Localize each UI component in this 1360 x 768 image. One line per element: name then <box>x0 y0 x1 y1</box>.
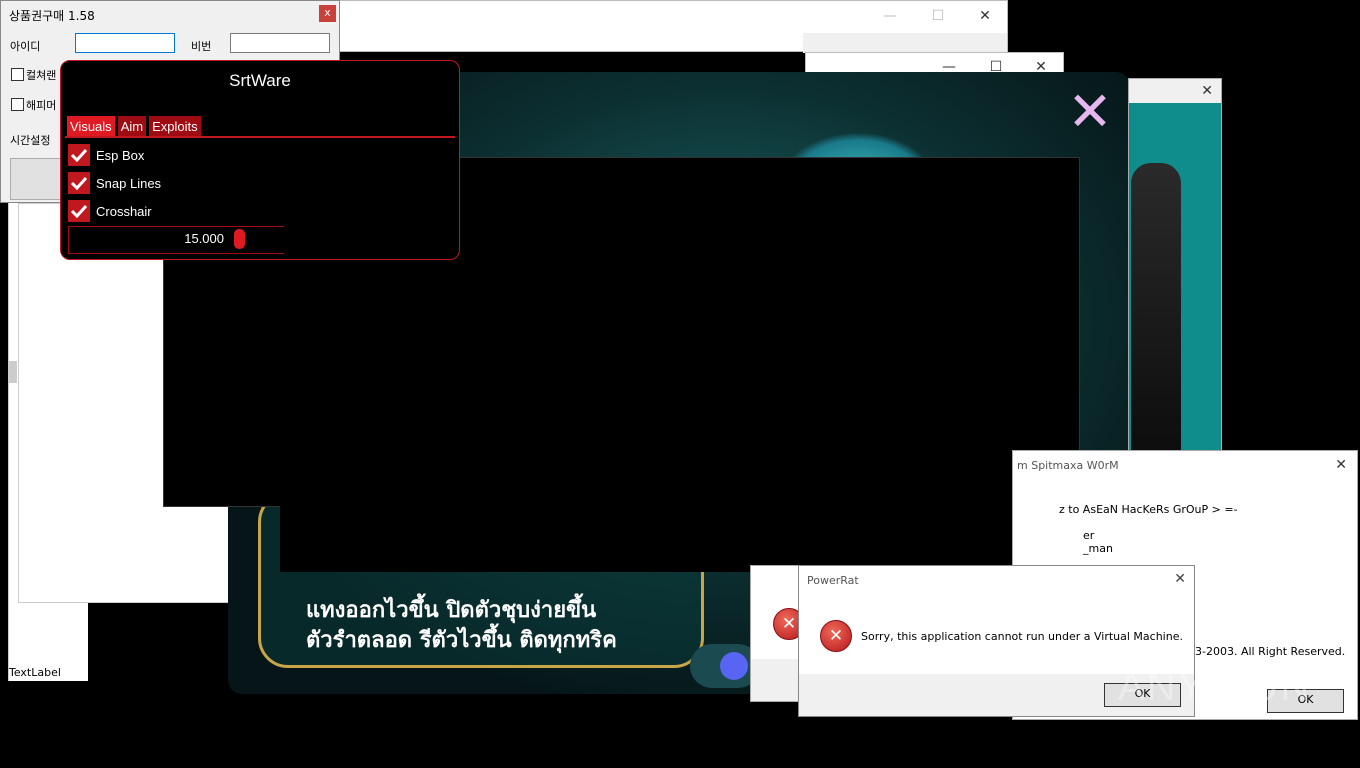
checkmark-icon[interactable] <box>68 144 90 166</box>
id-label: 아이디 <box>10 40 41 53</box>
happy-money-checkbox[interactable] <box>11 98 24 111</box>
teal-image-area <box>1129 103 1221 463</box>
srtware-menu: SrtWare Visuals Aim Exploits Esp Box Sna… <box>60 60 460 260</box>
discord-icon <box>720 652 748 680</box>
credit-line-2: _man <box>1083 542 1113 555</box>
tab-aim[interactable]: Aim <box>117 116 147 137</box>
esp-box-option[interactable]: Esp Box <box>68 144 144 166</box>
password-input[interactable] <box>230 33 330 53</box>
text-label: TextLabel <box>9 666 61 679</box>
id-input[interactable] <box>75 33 175 53</box>
checkmark-icon[interactable] <box>68 200 90 222</box>
credit-line-1: er <box>1083 529 1095 542</box>
value-slider[interactable]: 15.000 <box>68 226 284 254</box>
snap-lines-option[interactable]: Snap Lines <box>68 172 161 194</box>
minimize-icon[interactable]: — <box>867 1 913 31</box>
checkmark-icon[interactable] <box>68 172 90 194</box>
slider-knob[interactable] <box>234 229 245 249</box>
esp-box-label: Esp Box <box>96 147 145 163</box>
close-icon[interactable]: ✕ <box>1201 83 1213 99</box>
tab-divider <box>65 136 455 138</box>
teal-background-window: ✕ <box>1128 78 1222 463</box>
happy-money-label: 해피머 <box>26 99 57 112</box>
greeting-line: z to AsEaN HacKeRs GrOuP > =- <box>1059 503 1238 516</box>
maximize-icon[interactable]: ☐ <box>915 1 961 31</box>
launcher-close-icon[interactable]: ✕ <box>1064 85 1116 139</box>
close-button[interactable]: x <box>319 5 336 22</box>
error-icon: ✕ <box>820 620 852 652</box>
black-overlay-panel-lower <box>280 500 1080 572</box>
background-window-1: — ☐ ✕ <box>336 0 1008 53</box>
close-icon[interactable]: ✕ <box>1174 571 1186 587</box>
close-icon[interactable]: ✕ <box>962 1 1008 31</box>
tab-exploits[interactable]: Exploits <box>149 116 201 137</box>
window-title: 상품권구매 1.58 <box>9 9 95 23</box>
crosshair-label: Crosshair <box>96 203 152 219</box>
tab-visuals[interactable]: Visuals <box>67 116 115 137</box>
slider-value: 15.000 <box>184 231 224 246</box>
time-setting-label: 시간설정 <box>10 134 51 147</box>
password-label: 비번 <box>191 40 212 53</box>
error-message: Sorry, this application cannot run under… <box>861 630 1183 643</box>
thai-promo-line-3: ตัวรำตลอด รีตัวไวขึ้น ติดทุกทริค <box>306 628 617 653</box>
anyrun-watermark: ANY RUN <box>1118 665 1312 709</box>
culture-land-label: 컬쳐랜 <box>26 69 57 82</box>
dragon-statue-image <box>1131 163 1181 463</box>
powerrat-title: PowerRat <box>807 574 859 587</box>
copyright-text: 3-2003. All Right Reserved. <box>1195 645 1346 658</box>
srtware-title: SrtWare <box>229 71 291 90</box>
culture-land-checkbox[interactable] <box>11 68 24 81</box>
snap-lines-label: Snap Lines <box>96 175 162 191</box>
srtware-tabs: Visuals Aim Exploits <box>67 116 201 137</box>
close-icon[interactable]: ✕ <box>1335 457 1347 473</box>
crosshair-option[interactable]: Crosshair <box>68 200 152 222</box>
spitmaxa-title: m Spitmaxa W0rM <box>1017 459 1119 472</box>
